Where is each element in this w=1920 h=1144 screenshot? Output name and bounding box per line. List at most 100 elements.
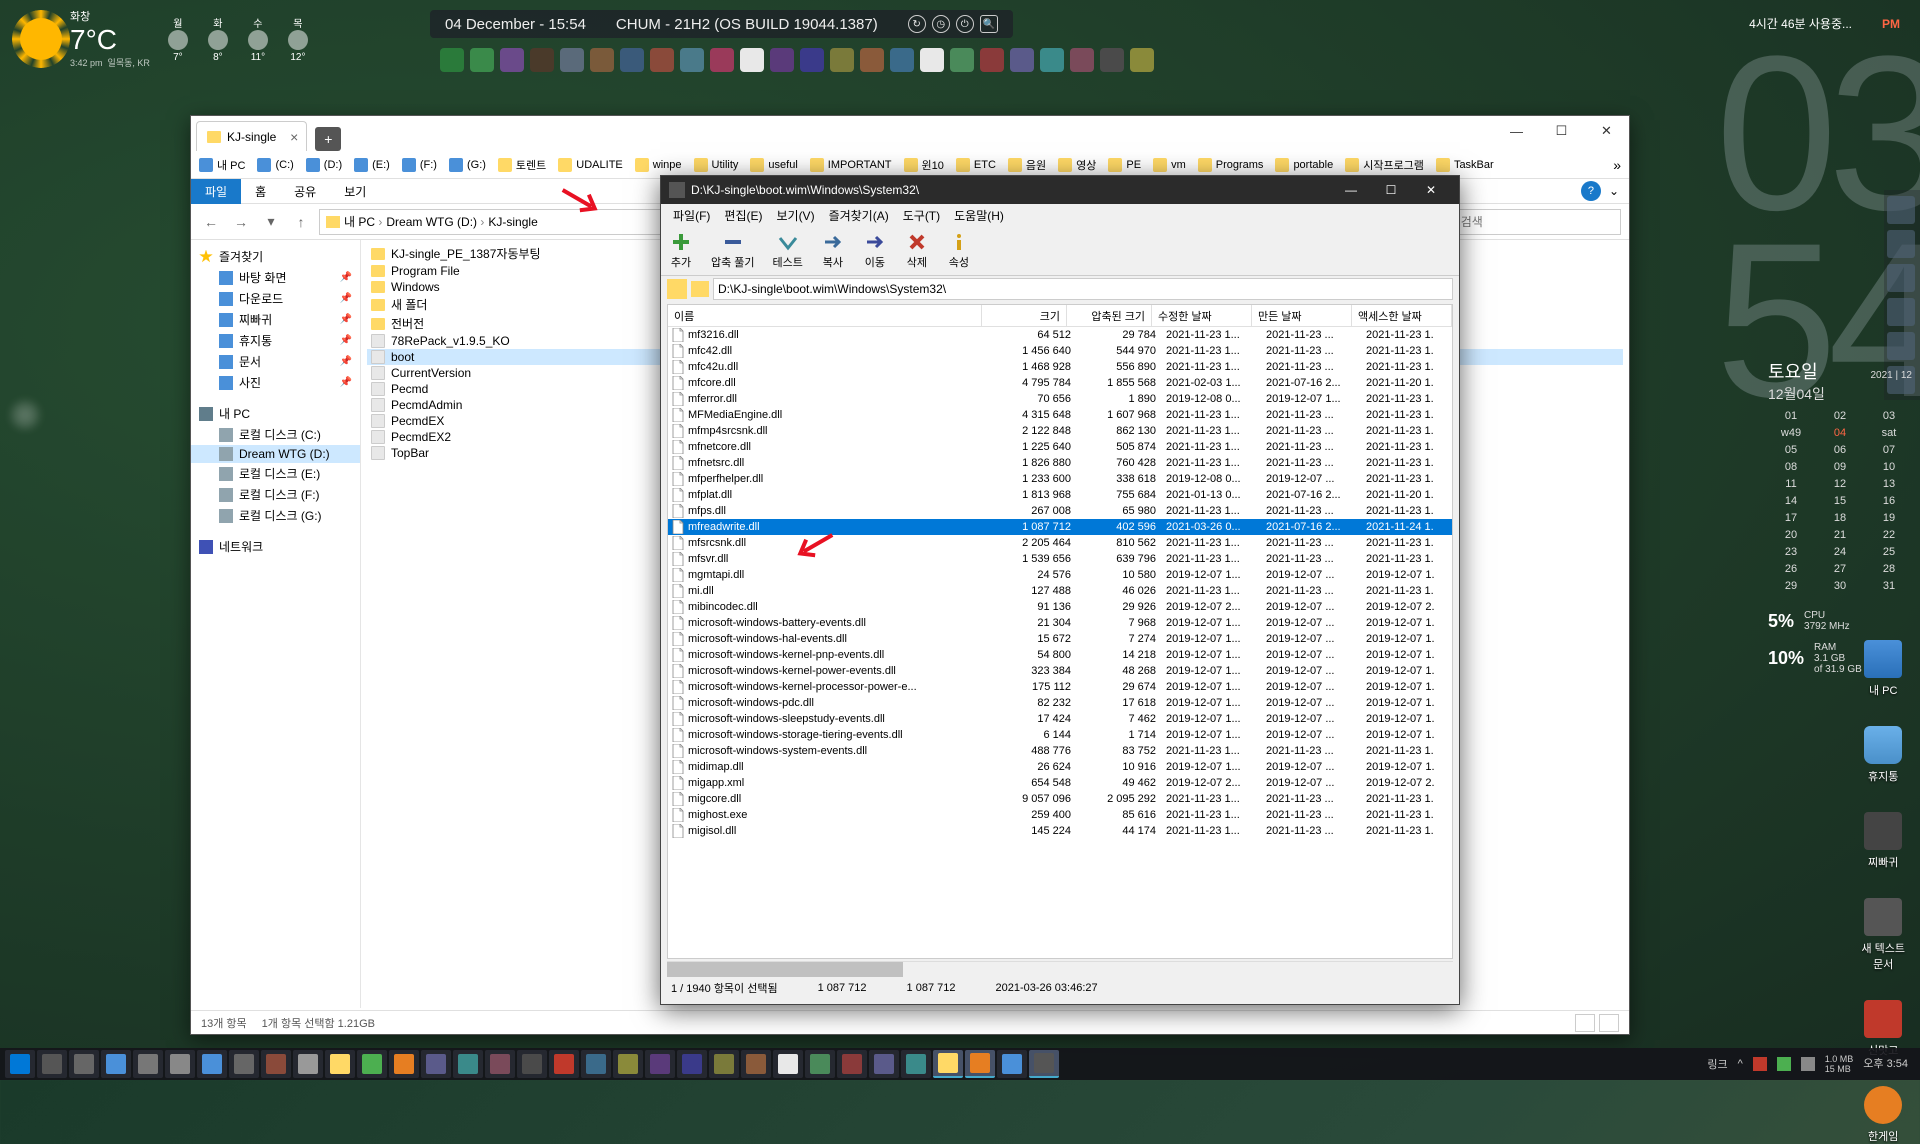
column-header[interactable]: 크기 [982,305,1067,326]
volume-icon[interactable] [1801,1057,1815,1071]
ribbon-tab[interactable]: 공유 [280,179,330,204]
toolbar-copy[interactable]: 복사 [821,232,845,270]
ribbon-expand[interactable]: ⌄ [1609,184,1619,198]
forward-button[interactable]: → [229,210,253,234]
file-row[interactable]: mfc42.dll1 456 640544 9702021-11-23 1...… [668,343,1452,359]
sys-flag-icon[interactable] [1753,1057,1767,1071]
toolbar-add[interactable]: 추가 [669,232,693,270]
sidebar-this-pc[interactable]: 내 PC [191,403,360,424]
ribbon-tab[interactable]: 파일 [191,179,241,204]
sys-chevron[interactable]: ^ [1738,1058,1743,1070]
sidebar-quick-access[interactable]: 즐겨찾기 [191,246,360,267]
minimize-button[interactable]: — [1494,116,1539,146]
sidebar-network[interactable]: 네트워크 [191,536,360,557]
desktop-icon[interactable]: 찌빠귀 [1864,812,1902,870]
tab-close-icon[interactable]: × [290,129,298,145]
taskbar-7zip[interactable] [965,1050,995,1078]
toolbar-extract[interactable]: 압축 풀기 [711,232,755,270]
column-header[interactable]: 수정한 날짜 [1152,305,1252,326]
file-row[interactable]: mfsvr.dll1 539 656639 7962021-11-23 1...… [668,551,1452,567]
bookmark-item[interactable]: UDALITE [558,158,622,172]
bookmark-item[interactable]: 윈10 [904,157,944,173]
file-row[interactable]: mibincodec.dll91 13629 9262019-12-07 2..… [668,599,1452,615]
file-row[interactable]: mfmp4srcsnk.dll2 122 848862 1302021-11-2… [668,423,1452,439]
bookmark-item[interactable]: (F:) [402,158,437,172]
breadcrumb-segment[interactable]: KJ-single [488,215,537,229]
file-row[interactable]: mf3216.dll64 51229 7842021-11-23 1...202… [668,327,1452,343]
file-row[interactable]: mfperfhelper.dll1 233 600338 6182019-12-… [668,471,1452,487]
bookmark-item[interactable]: TaskBar [1436,158,1494,172]
breadcrumb-segment[interactable]: Dream WTG (D:) [386,215,484,229]
desktop-icon[interactable]: 한게임 [1864,1086,1902,1144]
file-row[interactable]: mfplat.dll1 813 968755 6842021-01-13 0..… [668,487,1452,503]
taskbar-explorer[interactable] [933,1050,963,1078]
7zip-hscroll[interactable] [667,961,1453,977]
menu-item[interactable]: 보기(V) [770,205,820,226]
menu-item[interactable]: 파일(F) [667,205,716,226]
file-row[interactable]: MFMediaEngine.dll4 315 6481 607 9682021-… [668,407,1452,423]
file-row[interactable]: migcore.dll9 057 0962 095 2922021-11-23 … [668,791,1452,807]
sidebar-item[interactable]: 사진📌 [191,372,360,393]
file-row[interactable]: migisol.dll145 22444 1742021-11-23 1...2… [668,823,1452,839]
view-tiles-icon[interactable] [1599,1014,1619,1032]
file-row[interactable]: mfc42u.dll1 468 928556 8902021-11-23 1..… [668,359,1452,375]
column-header[interactable]: 압축된 크기 [1067,305,1152,326]
refresh-icon[interactable]: ↻ [908,15,926,33]
7zip-maximize[interactable]: ☐ [1371,176,1411,204]
bookmark-overflow[interactable]: » [1613,157,1621,173]
bookmark-item[interactable]: 영상 [1058,157,1096,173]
bookmark-item[interactable]: ETC [956,158,996,172]
bookmark-item[interactable]: (C:) [257,158,293,172]
sidebar-drive[interactable]: Dream WTG (D:) [191,445,360,463]
dropdown-history[interactable]: ▾ [259,210,283,234]
bookmark-item[interactable]: 시작프로그램 [1345,157,1424,173]
toolbar-move[interactable]: 이동 [863,232,887,270]
bookmark-item[interactable]: portable [1275,158,1333,172]
close-button[interactable]: ✕ [1584,116,1629,146]
new-tab-button[interactable]: + [315,127,341,151]
bookmark-item[interactable]: winpe [635,158,682,172]
bookmark-item[interactable]: PE [1108,158,1141,172]
view-details-icon[interactable] [1575,1014,1595,1032]
7zip-minimize[interactable]: — [1331,176,1371,204]
toolbar-test[interactable]: 테스트 [773,232,803,270]
taskbar-clock[interactable]: 오후 3:54 [1863,1058,1908,1070]
file-row[interactable]: mighost.exe259 40085 6162021-11-23 1...2… [668,807,1452,823]
sidebar-item[interactable]: 문서📌 [191,351,360,372]
bookmark-item[interactable]: Programs [1198,158,1264,172]
sidebar-item[interactable]: 찌빠귀📌 [191,309,360,330]
clock-icon[interactable]: ◷ [932,15,950,33]
file-row[interactable]: microsoft-windows-pdc.dll82 23217 618201… [668,695,1452,711]
sidebar-item[interactable]: 휴지통📌 [191,330,360,351]
file-row[interactable]: microsoft-windows-system-events.dll488 7… [668,743,1452,759]
file-row[interactable]: midimap.dll26 62410 9162019-12-07 1...20… [668,759,1452,775]
back-button[interactable]: ← [199,210,223,234]
ribbon-tab[interactable]: 홈 [241,179,280,204]
sidebar-drive[interactable]: 로컬 디스크 (G:) [191,505,360,526]
sidebar-item[interactable]: 다운로드📌 [191,288,360,309]
sidebar-item[interactable]: 바탕 화면📌 [191,267,360,288]
sidebar-drive[interactable]: 로컬 디스크 (F:) [191,484,360,505]
file-row[interactable]: microsoft-windows-storage-tiering-events… [668,727,1452,743]
breadcrumb-segment[interactable]: 내 PC [344,213,382,230]
ribbon-tab[interactable]: 보기 [330,179,380,204]
7zip-titlebar[interactable]: D:\KJ-single\boot.wim\Windows\System32\ … [661,176,1459,204]
sys-tray-icon[interactable] [1777,1057,1791,1071]
file-row[interactable]: microsoft-windows-kernel-processor-power… [668,679,1452,695]
help-button[interactable]: ? [1581,181,1601,201]
desktop-icon[interactable]: 내 PC [1864,640,1902,698]
desktop-icon[interactable]: 새 텍스트 문서 [1861,898,1905,972]
column-header[interactable]: 만든 날짜 [1252,305,1352,326]
file-row[interactable]: microsoft-windows-kernel-power-events.dl… [668,663,1452,679]
toolbar-info[interactable]: 속성 [947,232,971,270]
desktop-icon[interactable]: 휴지통 [1864,726,1902,784]
bookmark-item[interactable]: Utility [694,158,739,172]
file-row[interactable]: mfps.dll267 00865 9802021-11-23 1...2021… [668,503,1452,519]
sys-link[interactable]: 링크 [1707,1056,1727,1072]
column-header[interactable]: 액세스한 날짜 [1352,305,1452,326]
7zip-close[interactable]: ✕ [1411,176,1451,204]
7zip-path-input[interactable] [713,278,1453,300]
file-row[interactable]: mferror.dll70 6561 8902019-12-08 0...201… [668,391,1452,407]
menu-item[interactable]: 편집(E) [718,205,768,226]
explorer-tab[interactable]: KJ-single × [196,121,307,151]
